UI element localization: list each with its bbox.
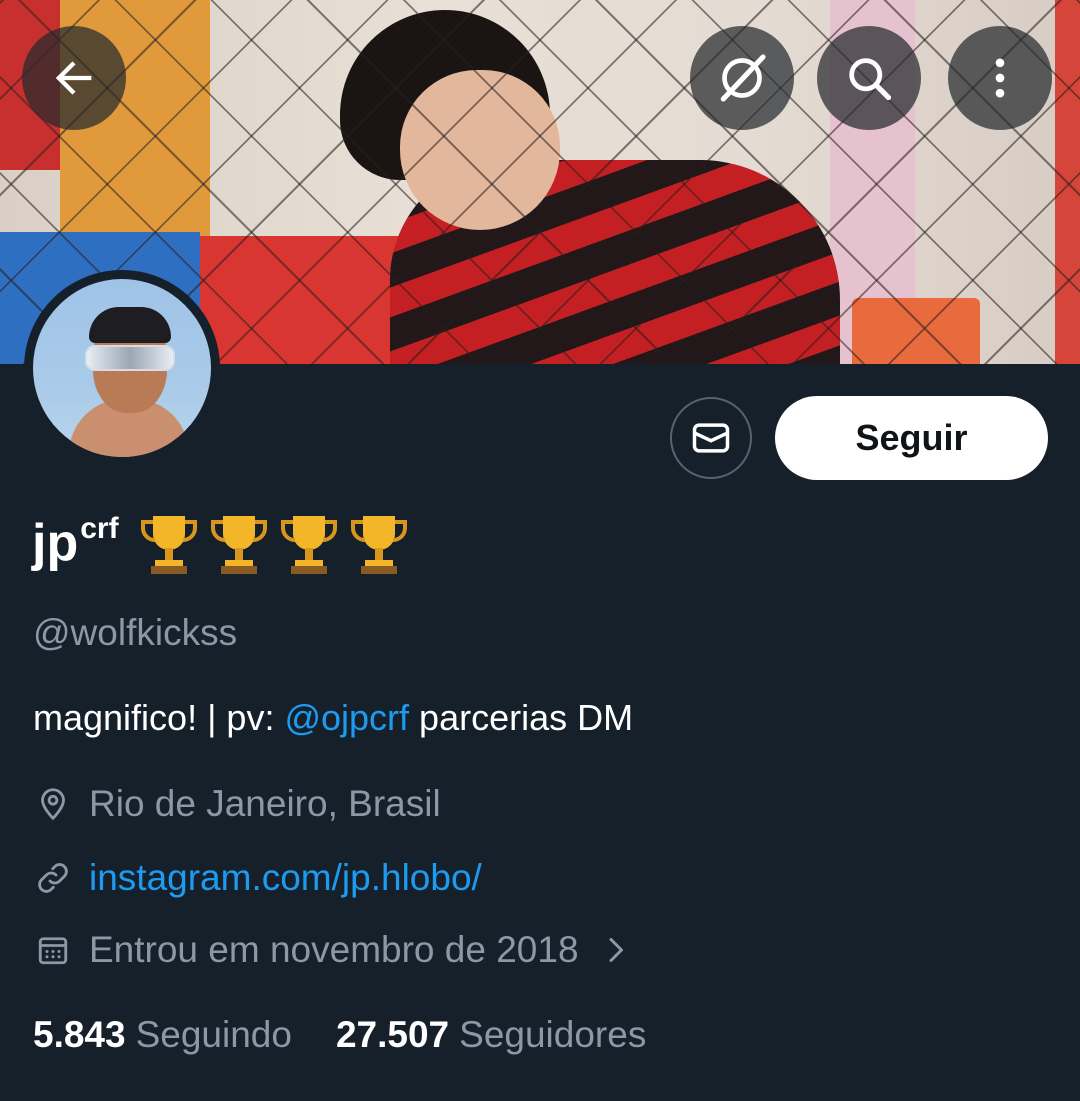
back-button[interactable] [22,26,126,130]
followers-label: Seguidores [459,1014,647,1055]
website-link[interactable]: instagram.com/jp.hlobo/ [89,857,482,899]
joined-text: Entrou em novembro de 2018 [89,929,579,970]
no-grok-icon [720,54,766,102]
following-label: Seguindo [135,1014,292,1055]
link-icon [33,858,73,898]
more-vertical-icon [995,58,1005,98]
follow-button[interactable]: Seguir [775,396,1048,480]
avatar-shape [85,345,175,371]
location-pin-icon [33,784,73,824]
profile-handle: @wolfkickss [33,612,238,653]
trophy-icon [280,516,337,574]
name-emoji [137,510,411,576]
trophy-icon [140,516,197,574]
avatar-image [33,279,211,457]
calendar-icon [33,930,73,970]
profile-bio: magnifico! | pv: @ojpcrf parcerias DM [33,697,633,739]
trophy-icon [350,516,407,574]
followers-count: 27.507 [335,1014,450,1055]
avatar[interactable] [24,270,220,466]
profile-location: Rio de Janeiro, Brasil [33,783,441,825]
display-name-superscript: crf [80,512,119,545]
location-text: Rio de Janeiro, Brasil [89,783,441,824]
trophy-icon [210,516,267,574]
display-name: jp crf [32,508,411,578]
chevron-right-icon[interactable] [603,932,631,968]
following-count: 5.843 [33,1014,126,1055]
display-name-text: jp [32,514,79,572]
avatar-shape [89,307,171,343]
envelope-icon [692,423,730,453]
following-link[interactable]: 5.843 Seguindo [33,1014,292,1056]
search-icon [849,58,892,101]
profile-website[interactable]: instagram.com/jp.hlobo/ [33,857,482,899]
message-button[interactable] [670,397,752,479]
arrow-left-icon [55,61,92,95]
bio-text: parcerias DM [409,697,634,738]
bio-mention-link[interactable]: @ojpcrf [284,697,409,738]
bio-text: magnifico! | pv: [33,697,285,738]
profile-stats: 5.843 Seguindo 27.507 Seguidores [33,1014,646,1056]
followers-link[interactable]: 27.507 Seguidores [336,1014,646,1056]
more-button[interactable] [948,26,1052,130]
search-button[interactable] [817,26,921,130]
profile-joined[interactable]: Entrou em novembro de 2018 [33,929,631,971]
grok-button[interactable] [690,26,794,130]
